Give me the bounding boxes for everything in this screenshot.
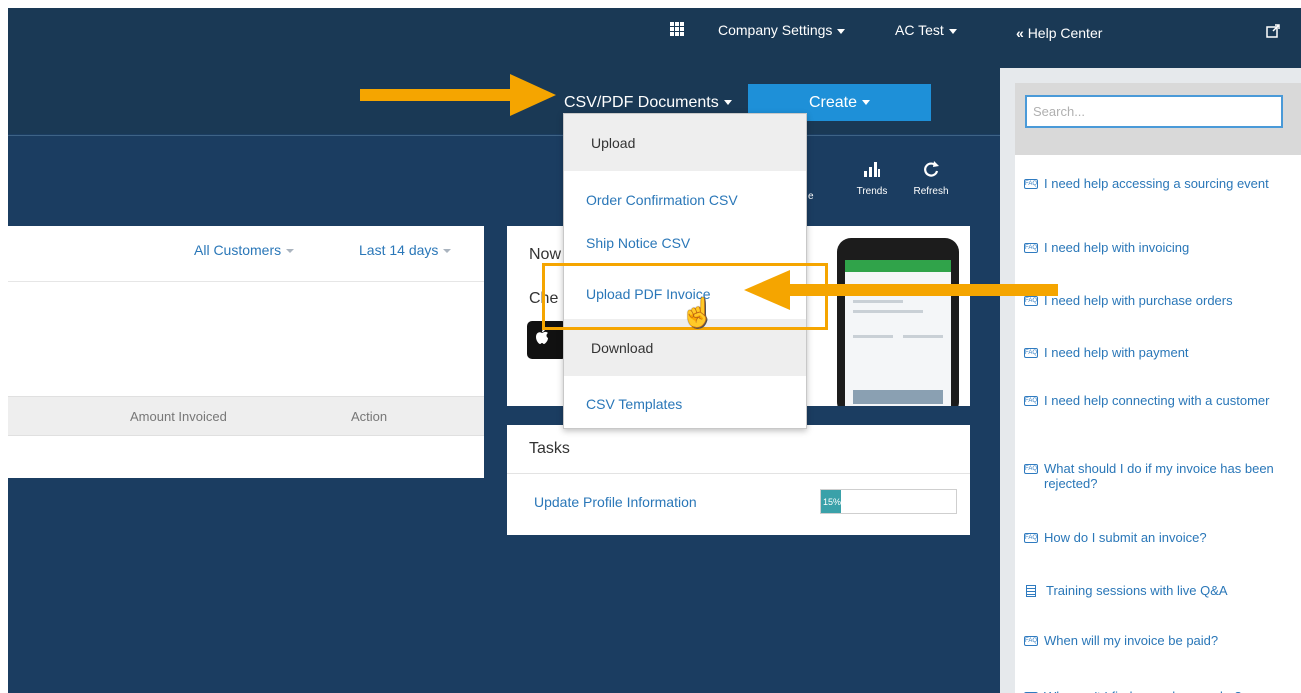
help-center-header: « Help Center xyxy=(1000,8,1301,68)
table-header: Amount Invoiced Action xyxy=(8,396,484,436)
help-center-body: FAQ I need help accessing a sourcing even… xyxy=(1015,83,1301,693)
apple-icon xyxy=(536,329,548,344)
trends-button[interactable]: Trends xyxy=(847,160,897,197)
refresh-button[interactable]: Refresh xyxy=(906,160,956,197)
collapse-icon: « xyxy=(1016,25,1024,41)
faq-icon: FAQ xyxy=(1024,179,1038,189)
help-topic-label: I need help connecting with a customer xyxy=(1044,393,1270,408)
chevron-down-icon xyxy=(837,28,846,34)
customer-filter-label: All Customers xyxy=(194,242,282,258)
help-topic-item[interactable]: FAQ I need help connecting with a custome… xyxy=(1024,393,1286,408)
help-topic-item[interactable]: Training sessions with live Q&A xyxy=(1024,583,1286,598)
chevron-down-icon xyxy=(286,249,295,254)
tasks-divider xyxy=(507,473,970,474)
column-action: Action xyxy=(351,409,388,424)
refresh-label: Refresh xyxy=(913,186,949,197)
task-progress-bar: 15% xyxy=(820,489,957,514)
faq-icon: FAQ xyxy=(1024,348,1038,358)
help-topic-label: Why can't I find a purchase order? xyxy=(1044,689,1242,693)
dropdown-upload-header: Upload xyxy=(564,114,806,171)
chevron-down-icon xyxy=(443,249,452,254)
menu-item-ship-notice-csv[interactable]: Ship Notice CSV xyxy=(586,235,690,251)
help-topic-item[interactable]: FAQ I need help with invoicing xyxy=(1024,240,1286,255)
account-label: AC Test xyxy=(895,22,944,38)
invoice-summary-panel: All Customers Last 14 days Amount Invoic… xyxy=(8,226,484,478)
help-topic-item[interactable]: FAQ I need help accessing a sourcing even… xyxy=(1024,176,1286,191)
company-settings-label: Company Settings xyxy=(718,22,833,38)
help-topic-label: I need help with invoicing xyxy=(1044,240,1190,255)
trends-icon xyxy=(847,160,897,182)
help-topic-label: What should I do if my invoice has been … xyxy=(1044,461,1274,491)
panel-divider xyxy=(8,281,484,282)
help-topic-label: I need help with purchase orders xyxy=(1044,293,1233,308)
menu-item-csv-templates[interactable]: CSV Templates xyxy=(586,396,682,412)
app-grid-icon[interactable] xyxy=(670,22,684,36)
help-topic-label: Training sessions with live Q&A xyxy=(1046,583,1228,598)
menu-item-order-confirmation-csv[interactable]: Order Confirmation CSV xyxy=(586,192,738,208)
period-filter[interactable]: Last 14 days xyxy=(359,242,452,258)
help-topic-item[interactable]: FAQ I need help with purchase orders xyxy=(1024,293,1286,308)
now-panel-title: Now xyxy=(529,246,562,263)
chevron-down-icon xyxy=(862,100,871,105)
faq-icon: FAQ xyxy=(1024,243,1038,253)
tasks-panel: Tasks Update Profile Information 15% xyxy=(507,425,970,535)
header-divider xyxy=(8,135,1000,136)
chevron-down-icon xyxy=(948,28,957,34)
faq-icon: FAQ xyxy=(1024,636,1038,646)
help-topic-label: I need help accessing a sourcing event xyxy=(1044,176,1269,191)
help-center-title[interactable]: « Help Center xyxy=(1016,25,1102,41)
help-topic-label: I need help with payment xyxy=(1044,345,1189,360)
document-icon xyxy=(1026,585,1036,597)
tasks-title: Tasks xyxy=(529,440,570,457)
popout-icon[interactable] xyxy=(1266,24,1280,41)
annotation-arrow-left xyxy=(744,270,1058,310)
faq-icon: FAQ xyxy=(1024,464,1038,474)
annotation-arrow-right xyxy=(360,74,556,116)
chevron-down-icon xyxy=(723,100,732,106)
company-settings-menu[interactable]: Company Settings xyxy=(718,22,846,38)
period-filter-label: Last 14 days xyxy=(359,242,439,258)
phone-image xyxy=(837,238,959,406)
help-search-area xyxy=(1015,83,1301,155)
column-amount-invoiced: Amount Invoiced xyxy=(130,409,227,424)
faq-icon: FAQ xyxy=(1024,533,1038,543)
csv-pdf-documents-label: CSV/PDF Documents xyxy=(564,94,719,111)
task-update-profile[interactable]: Update Profile Information xyxy=(534,494,697,510)
help-topic-item[interactable]: FAQ I need help with payment xyxy=(1024,345,1286,360)
help-topic-item[interactable]: FAQ What should I do if my invoice has be… xyxy=(1024,461,1286,491)
help-center-label: Help Center xyxy=(1027,25,1103,41)
help-search-input[interactable] xyxy=(1025,95,1283,128)
customer-filter[interactable]: All Customers xyxy=(194,242,295,258)
help-topic-label: How do I submit an invoice? xyxy=(1044,530,1207,545)
csv-pdf-documents-menu[interactable]: CSV/PDF Documents xyxy=(564,94,732,112)
help-topic-label: When will my invoice be paid? xyxy=(1044,633,1219,648)
hand-cursor-icon: ☝ xyxy=(680,297,715,328)
faq-icon: FAQ xyxy=(1024,396,1038,406)
create-label: Create xyxy=(808,93,858,111)
task-progress-fill: 15% xyxy=(821,490,842,513)
help-topic-item[interactable]: FAQ When will my invoice be paid? xyxy=(1024,633,1286,648)
task-progress-label: 15% xyxy=(823,496,842,507)
toolbar-partial-label: e xyxy=(808,191,814,202)
help-topic-item[interactable]: FAQ How do I submit an invoice? xyxy=(1024,530,1286,545)
refresh-icon xyxy=(906,160,956,182)
help-center-sidebar: « Help Center FAQ I need help accessing a… xyxy=(1000,8,1301,693)
trends-label: Trends xyxy=(856,186,888,197)
help-topic-item[interactable]: FAQWhy can't I find a purchase order? xyxy=(1024,689,1286,693)
account-menu[interactable]: AC Test xyxy=(895,22,957,38)
